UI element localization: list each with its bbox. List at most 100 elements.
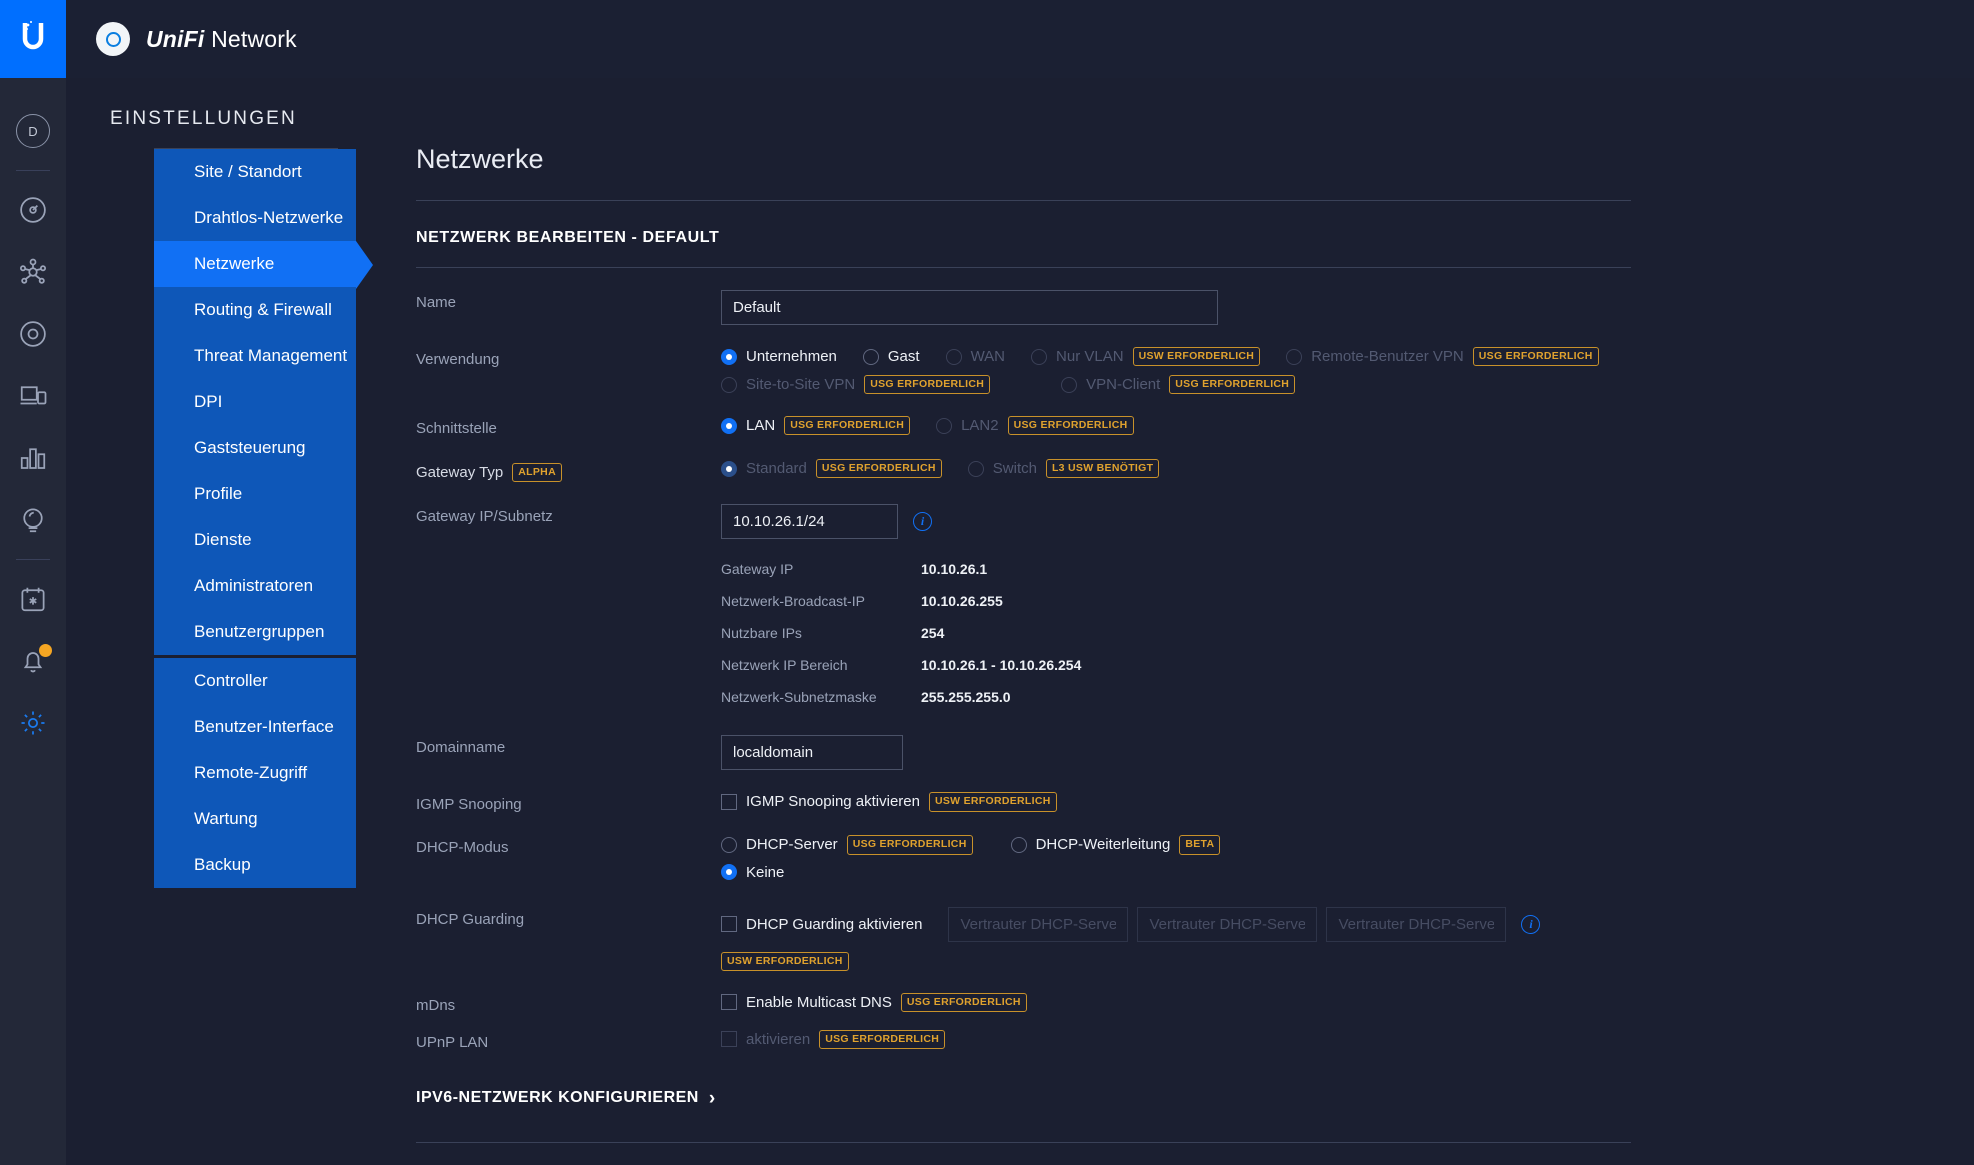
radio-lan[interactable] xyxy=(721,417,737,434)
gateway-subnet-input[interactable] xyxy=(721,504,898,540)
igmp-checkbox[interactable] xyxy=(721,793,737,810)
radio-dhcp-none[interactable] xyxy=(721,864,737,880)
computed-value-broadcast-ip: 10.10.26.255 xyxy=(921,593,1003,610)
page-title-divider xyxy=(416,200,1631,201)
computed-key-gateway-ip: Gateway IP xyxy=(721,561,794,578)
sidebar-item-benutzer-interface[interactable]: Benutzer-Interface xyxy=(154,704,356,750)
sidebar-item-wartung[interactable]: Wartung xyxy=(154,796,356,842)
mdns-checkbox-group[interactable]: Enable Multicast DNS USG ERFORDERLICH xyxy=(721,992,1957,1012)
dhcp-mode-option-server-label: DHCP-Server xyxy=(746,836,838,854)
interface-label: Schnittstelle xyxy=(416,420,497,438)
radio-unternehmen[interactable] xyxy=(721,348,737,365)
usage-option-gast[interactable]: Gast xyxy=(862,348,920,365)
computed-value-usable-ips: 254 xyxy=(921,625,945,642)
sidebar-item-site-standort[interactable]: Site / Standort xyxy=(154,149,356,195)
badge-lan: USG ERFORDERLICH xyxy=(784,416,911,436)
sidebar-item-dienste[interactable]: Dienste xyxy=(154,517,356,563)
avatar[interactable]: D xyxy=(0,100,66,162)
usage-label: Verwendung xyxy=(416,351,500,368)
settings-sidebar-title: EINSTELLUNGEN xyxy=(110,108,297,129)
gateway-subnet-label: Gateway IP/Subnetz xyxy=(416,508,553,526)
trusted-dhcp-server-2-input xyxy=(1137,906,1318,942)
computed-value-gateway-ip: 10.10.26.1 xyxy=(921,561,988,578)
mdns-checkbox[interactable] xyxy=(721,994,737,1011)
sidebar-item-gaststeuerung[interactable]: Gaststeuerung xyxy=(154,425,356,471)
row-dhcp-mode: DHCP-Modus DHCP-Server USG ERFORDERLICH … xyxy=(416,835,1974,881)
ubiquiti-u-logo-icon xyxy=(22,21,44,50)
alerts-badge xyxy=(39,644,52,657)
badge-switch: L3 USW BENÖTIGT xyxy=(1045,459,1160,479)
sidebar-item-administratoren[interactable]: Administratoren xyxy=(154,563,356,609)
app-title: UniFi Network xyxy=(146,26,297,53)
sidebar-item-remote-zugriff[interactable]: Remote-Zugriff xyxy=(154,750,356,796)
dashboard-icon[interactable] xyxy=(0,179,66,241)
dhcp-guarding-info-icon[interactable]: i xyxy=(1521,914,1541,934)
usage-option-site-to-site-vpn: Site-to-Site VPN USG ERFORDERLICH xyxy=(721,375,991,395)
dhcp-mode-option-relay[interactable]: DHCP-Weiterleitung BETA xyxy=(1010,835,1221,855)
badge-standard: USG ERFORDERLICH xyxy=(815,459,942,479)
gateway-type-options: Standard USG ERFORDERLICH Switch L3 USW … xyxy=(721,459,1974,479)
dhcp-guarding-checkbox-group[interactable]: DHCP Guarding aktivieren xyxy=(721,916,922,933)
dhcp-mode-options-line2: Keine xyxy=(721,864,1974,881)
upnp-checkbox xyxy=(721,1031,737,1048)
usage-option-unternehmen-label: Unternehmen xyxy=(746,348,837,366)
info-icon[interactable]: i xyxy=(913,512,932,532)
computed-row-gateway-ip: Gateway IP 10.10.26.1 xyxy=(721,561,1974,577)
sidebar-item-threat-management[interactable]: Threat Management xyxy=(154,333,356,379)
usage-option-wan-label: WAN xyxy=(970,348,1006,366)
sidebar-item-benutzergruppen[interactable]: Benutzergruppen xyxy=(154,609,356,655)
devices-icon[interactable] xyxy=(0,303,66,365)
app-title-rest: Network xyxy=(204,25,297,52)
row-computed-values: Gateway IP 10.10.26.1 Netzwerk-Broadcast… xyxy=(416,545,1974,705)
sidebar-item-netzwerke[interactable]: Netzwerke xyxy=(154,241,373,289)
badge-remote-vpn: USG ERFORDERLICH xyxy=(1472,347,1599,367)
badge-nur-vlan: USW ERFORDERLICH xyxy=(1132,347,1261,367)
gateway-type-option-standard: Standard USG ERFORDERLICH xyxy=(721,459,942,479)
insights-icon[interactable] xyxy=(0,489,66,551)
dhcp-mode-option-relay-label: DHCP-Weiterleitung xyxy=(1035,836,1171,854)
usage-option-nur-vlan: Nur VLAN USW ERFORDERLICH xyxy=(1031,347,1261,367)
trusted-dhcp-server-1-input xyxy=(948,906,1129,942)
name-input[interactable] xyxy=(721,290,1218,325)
domain-input[interactable] xyxy=(721,735,903,771)
interface-option-lan2: LAN2 USG ERFORDERLICH xyxy=(936,416,1134,436)
app-brand: UniFi Network xyxy=(66,0,297,78)
ubiquiti-u-logo[interactable] xyxy=(0,0,66,78)
igmp-checkbox-group[interactable]: IGMP Snooping aktivieren USW ERFORDERLIC… xyxy=(721,792,1957,812)
sidebar-item-drahtlos-netzwerke[interactable]: Drahtlos-Netzwerke xyxy=(154,195,356,241)
ipv6-configure-link[interactable]: IPV6-NETZWERK KONFIGURIEREN › xyxy=(416,1089,1974,1108)
radio-vpn-client xyxy=(1061,376,1078,393)
dhcp-mode-option-server[interactable]: DHCP-Server USG ERFORDERLICH xyxy=(721,835,973,855)
dhcp-mode-option-none[interactable]: Keine xyxy=(721,864,784,881)
mdns-checkbox-label: Enable Multicast DNS xyxy=(746,993,892,1011)
alerts-icon[interactable] xyxy=(0,630,66,692)
radio-dhcp-relay[interactable] xyxy=(1010,836,1027,853)
computed-row-ip-range: Netzwerk IP Bereich 10.10.26.1 - 10.10.2… xyxy=(721,657,1974,673)
sidebar-menu-group-primary: Site / Standort Drahtlos-Netzwerke Netzw… xyxy=(154,149,373,655)
dhcp-guarding-checkbox[interactable] xyxy=(721,916,737,932)
computed-key-broadcast-ip: Netzwerk-Broadcast-IP xyxy=(721,593,865,610)
radio-remote-vpn xyxy=(1286,348,1303,365)
top-bar: UniFi Network xyxy=(0,0,1974,78)
computed-row-usable-ips: Nutzbare IPs 254 xyxy=(721,625,1974,641)
settings-icon[interactable] xyxy=(0,692,66,754)
section-title: NETZWERK BEARBEITEN - DEFAULT xyxy=(416,229,720,246)
radio-gast[interactable] xyxy=(862,348,879,365)
sidebar-item-controller[interactable]: Controller xyxy=(154,658,356,704)
row-usage: Verwendung Unternehmen Gast WAN Nur VLAN… xyxy=(416,347,1974,395)
topology-icon[interactable] xyxy=(0,241,66,303)
badge-vpn-client: USG ERFORDERLICH xyxy=(1169,375,1296,395)
sidebar-item-backup[interactable]: Backup xyxy=(154,842,356,888)
usage-option-unternehmen[interactable]: Unternehmen xyxy=(721,348,837,365)
radio-dhcp-server[interactable] xyxy=(721,836,737,853)
interface-option-lan[interactable]: LAN USG ERFORDERLICH xyxy=(721,416,911,436)
row-gateway-type: Gateway Typ ALPHA Standard USG ERFORDERL… xyxy=(416,459,1974,483)
events-icon[interactable] xyxy=(0,568,66,630)
sidebar-item-routing-firewall[interactable]: Routing & Firewall xyxy=(154,287,356,333)
domain-label: Domainname xyxy=(416,739,506,757)
sidebar-item-dpi[interactable]: DPI xyxy=(154,379,356,425)
row-mdns: mDns Enable Multicast DNS USG ERFORDERLI… xyxy=(416,992,1974,1014)
clients-icon[interactable] xyxy=(0,365,66,427)
sidebar-item-profile[interactable]: Profile xyxy=(154,471,356,517)
statistics-icon[interactable] xyxy=(0,427,66,489)
